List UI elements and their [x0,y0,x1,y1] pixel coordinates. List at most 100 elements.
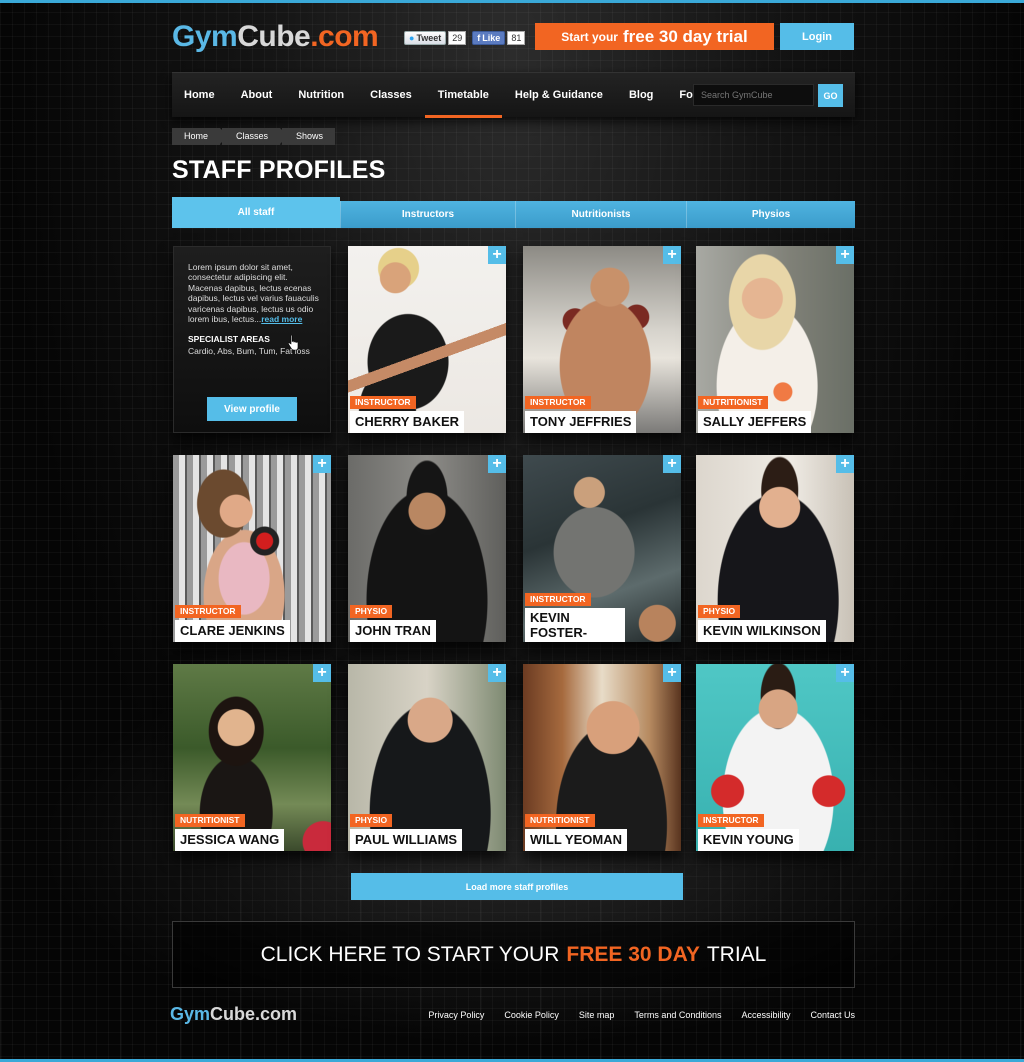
nav-classes[interactable]: Classes [357,73,425,118]
nav-blog[interactable]: Blog [616,73,666,118]
staff-name: KEVIN YOUNG [698,829,799,851]
tab-nutritionists[interactable]: Nutritionists [515,201,686,228]
site-logo[interactable]: GymCube.com [172,20,379,54]
trial-prefix: Start your [561,29,618,44]
staff-card-will-yeoman[interactable]: + NUTRITIONIST WILL YEOMAN [523,664,681,851]
staff-card-john-tran[interactable]: + PHYSIO JOHN TRAN [348,455,506,642]
footer-link-terms[interactable]: Terms and Conditions [634,1010,721,1020]
staff-role: PHYSIO [698,605,741,618]
staff-role: PHYSIO [350,814,393,827]
staff-name: SALLY JEFFERS [698,411,812,433]
logo-dotcom: .com [310,20,379,53]
trial-emphasis: free 30 day trial [622,26,748,46]
tab-instructors[interactable]: Instructors [340,201,515,228]
staff-name: CLARE JENKINS [175,620,290,642]
footer-logo-cube: Cube [210,1004,256,1024]
staff-role: INSTRUCTOR [175,605,241,618]
search-go-button[interactable]: GO [818,84,843,107]
like-widget[interactable]: f Like 81 [472,31,526,45]
staff-role: NUTRITIONIST [698,396,768,409]
footer-logo-dotcom: .com [255,1004,298,1024]
expand-plus-icon[interactable]: + [488,246,506,264]
staff-role: INSTRUCTOR [350,396,416,409]
staff-role: PHYSIO [350,605,393,618]
footer-logo-gym: Gym [170,1004,211,1024]
staff-card-kevin-foster-wiltshire[interactable]: + INSTRUCTOR KEVIN FOSTER-WILTSHIRE [523,455,681,642]
tweet-widget[interactable]: ● Tweet 29 [404,31,467,45]
breadcrumb-shows[interactable]: Shows [282,128,336,145]
footer-link-accessibility[interactable]: Accessibility [741,1010,790,1020]
staff-name: TONY JEFFRIES [525,411,637,433]
page-title: STAFF PROFILES [172,156,386,184]
expand-plus-icon[interactable]: + [488,664,506,682]
search-input[interactable] [693,84,814,106]
expand-plus-icon[interactable]: + [663,455,681,473]
staff-name: PAUL WILLIAMS [350,829,463,851]
expand-plus-icon[interactable]: + [836,664,854,682]
nav-home[interactable]: Home [172,73,228,118]
nav-help-guidance[interactable]: Help & Guidance [502,73,616,118]
staff-role: INSTRUCTOR [525,396,591,409]
footer-link-cookie[interactable]: Cookie Policy [504,1010,559,1020]
staff-role: NUTRITIONIST [525,814,595,827]
staff-info-card: Lorem ipsum dolor sit amet, consectetur … [173,246,331,433]
nav-timetable[interactable]: Timetable [424,73,503,118]
page-wrapper: GymCube.com ● Tweet 29 f Like 81 Start you… [170,0,855,1062]
staff-name: JOHN TRAN [350,620,436,642]
free-trial-button[interactable]: Start your free 30 day trial [535,23,774,50]
staff-card-tony-jeffries[interactable]: + INSTRUCTOR TONY JEFFRIES [523,246,681,433]
read-more-link[interactable]: read more [261,314,302,324]
breadcrumb-home[interactable]: Home [172,128,229,145]
staff-card-clare-jenkins[interactable]: + INSTRUCTOR CLARE JENKINS [173,455,331,642]
tweet-button[interactable]: ● Tweet [404,31,447,45]
expand-plus-icon[interactable]: + [313,664,331,682]
nav-nutrition[interactable]: Nutrition [285,73,357,118]
footer-link-contact[interactable]: Contact Us [810,1010,855,1020]
staff-role: INSTRUCTOR [525,593,591,606]
expand-plus-icon[interactable]: + [663,664,681,682]
breadcrumb-classes[interactable]: Classes [222,128,289,145]
login-button[interactable]: Login [780,23,854,50]
breadcrumb: Home Classes Shows [172,128,337,145]
hand-cursor-icon [288,335,299,351]
footer-link-privacy[interactable]: Privacy Policy [428,1010,484,1020]
staff-bio: Lorem ipsum dolor sit amet, consectetur … [188,262,323,324]
staff-role: NUTRITIONIST [175,814,245,827]
cta-suffix: TRIAL [706,942,767,966]
expand-plus-icon[interactable]: + [836,246,854,264]
twitter-bird-icon: ● [409,33,415,43]
staff-card-jessica-wang[interactable]: + NUTRITIONIST JESSICA WANG [173,664,331,851]
social-buttons: ● Tweet 29 f Like 81 [404,31,526,45]
footer-link-sitemap[interactable]: Site map [579,1010,615,1020]
staff-tabs: All staff Instructors Nutritionists Phys… [172,197,855,229]
footer-links: Privacy Policy Cookie Policy Site map Te… [428,1010,855,1020]
tab-physios[interactable]: Physios [686,201,855,228]
expand-plus-icon[interactable]: + [836,455,854,473]
specialist-areas-heading: SPECIALIST AREAS [188,334,270,344]
footer-logo[interactable]: GymCube.com [170,1004,297,1025]
expand-plus-icon[interactable]: + [313,455,331,473]
staff-name: CHERRY BAKER [350,411,465,433]
staff-card-kevin-wilkinson[interactable]: + PHYSIO KEVIN WILKINSON [696,455,854,642]
view-profile-button[interactable]: View profile [207,397,297,421]
expand-plus-icon[interactable]: + [663,246,681,264]
staff-name: KEVIN WILKINSON [698,620,826,642]
tab-all-staff[interactable]: All staff [172,197,340,228]
staff-card-cherry-baker[interactable]: + INSTRUCTOR CHERRY BAKER [348,246,506,433]
tweet-label: Tweet [416,33,442,43]
load-more-button[interactable]: Load more staff profiles [351,873,683,900]
main-nav: Home About Nutrition Classes Timetable H… [172,72,855,118]
cta-prefix: CLICK HERE TO START YOUR [260,942,560,966]
staff-role: INSTRUCTOR [698,814,764,827]
like-count: 81 [507,31,526,45]
staff-name: JESSICA WANG [175,829,285,851]
expand-plus-icon[interactable]: + [488,455,506,473]
like-label: Like [482,33,501,43]
staff-card-kevin-young[interactable]: + INSTRUCTOR KEVIN YOUNG [696,664,854,851]
staff-name: WILL YEOMAN [525,829,627,851]
staff-card-paul-williams[interactable]: + PHYSIO PAUL WILLIAMS [348,664,506,851]
like-button[interactable]: f Like [472,31,506,45]
nav-about[interactable]: About [228,73,286,118]
free-trial-cta-banner[interactable]: CLICK HERE TO START YOUR FREE 30 DAY TRI… [172,921,855,988]
staff-card-sally-jeffers[interactable]: + NUTRITIONIST SALLY JEFFERS [696,246,854,433]
